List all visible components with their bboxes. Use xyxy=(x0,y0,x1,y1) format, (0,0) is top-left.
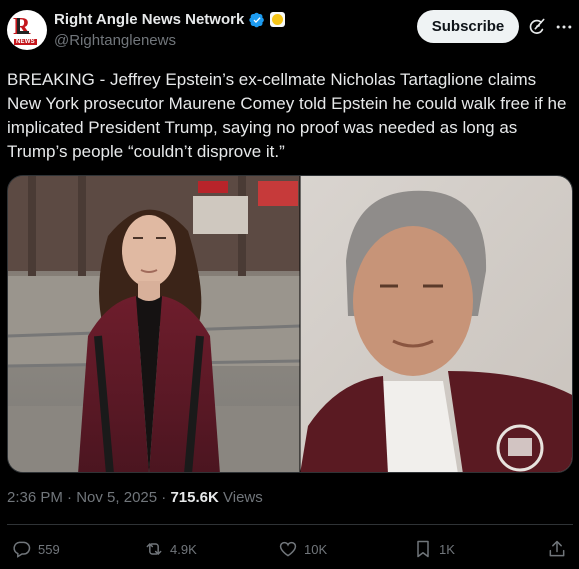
tweet-header: R NEWS Right Angle News Network @Rightan… xyxy=(0,0,579,60)
tweet-media[interactable] xyxy=(7,175,573,473)
grok-icon[interactable] xyxy=(527,17,547,37)
share-button[interactable] xyxy=(547,536,567,562)
views-count: 715.6K xyxy=(170,489,219,506)
media-composite-image xyxy=(8,176,572,472)
left-photo-woman xyxy=(8,176,301,472)
bookmark-button[interactable]: 1K xyxy=(413,536,455,562)
repost-icon xyxy=(146,543,162,555)
avatar-logo-angle xyxy=(17,18,29,34)
like-icon xyxy=(279,541,297,557)
bookmark-icon xyxy=(417,540,429,558)
avatar-logo-news: NEWS xyxy=(14,39,37,45)
repost-count: 4.9K xyxy=(170,541,197,557)
repost-button[interactable]: 4.9K xyxy=(144,536,197,562)
like-count: 10K xyxy=(304,541,328,557)
reply-icon xyxy=(13,541,31,558)
account-handle[interactable]: @Rightanglenews xyxy=(54,32,176,49)
tweet-text: BREAKING - Jeffrey Epstein’s ex-cellmate… xyxy=(7,70,572,161)
share-icon xyxy=(549,540,565,557)
action-bar: 559 4.9K 10K 1K xyxy=(0,536,579,564)
affiliate-badge-icon[interactable] xyxy=(270,12,286,27)
display-name[interactable]: Right Angle News Network xyxy=(54,11,244,28)
like-button[interactable]: 10K xyxy=(278,536,327,562)
meta-separator: · xyxy=(67,489,77,506)
reply-button[interactable]: 559 xyxy=(12,536,60,562)
tweet-time[interactable]: 2:36 PM xyxy=(7,489,63,506)
divider xyxy=(7,524,573,525)
account-avatar[interactable]: R NEWS xyxy=(7,10,47,50)
name-row: Right Angle News Network xyxy=(54,11,286,28)
bookmark-count: 1K xyxy=(439,541,455,557)
more-options-icon[interactable] xyxy=(554,17,574,37)
tweet-meta: 2:36 PM · Nov 5, 2025 · 715.6K Views xyxy=(7,489,263,506)
reply-count: 559 xyxy=(38,541,60,557)
right-photo-man xyxy=(300,176,572,472)
views-label: Views xyxy=(223,489,263,506)
tweet-date[interactable]: Nov 5, 2025 xyxy=(76,489,157,506)
subscribe-button[interactable]: Subscribe xyxy=(417,10,519,43)
verified-badge-icon xyxy=(249,12,265,27)
